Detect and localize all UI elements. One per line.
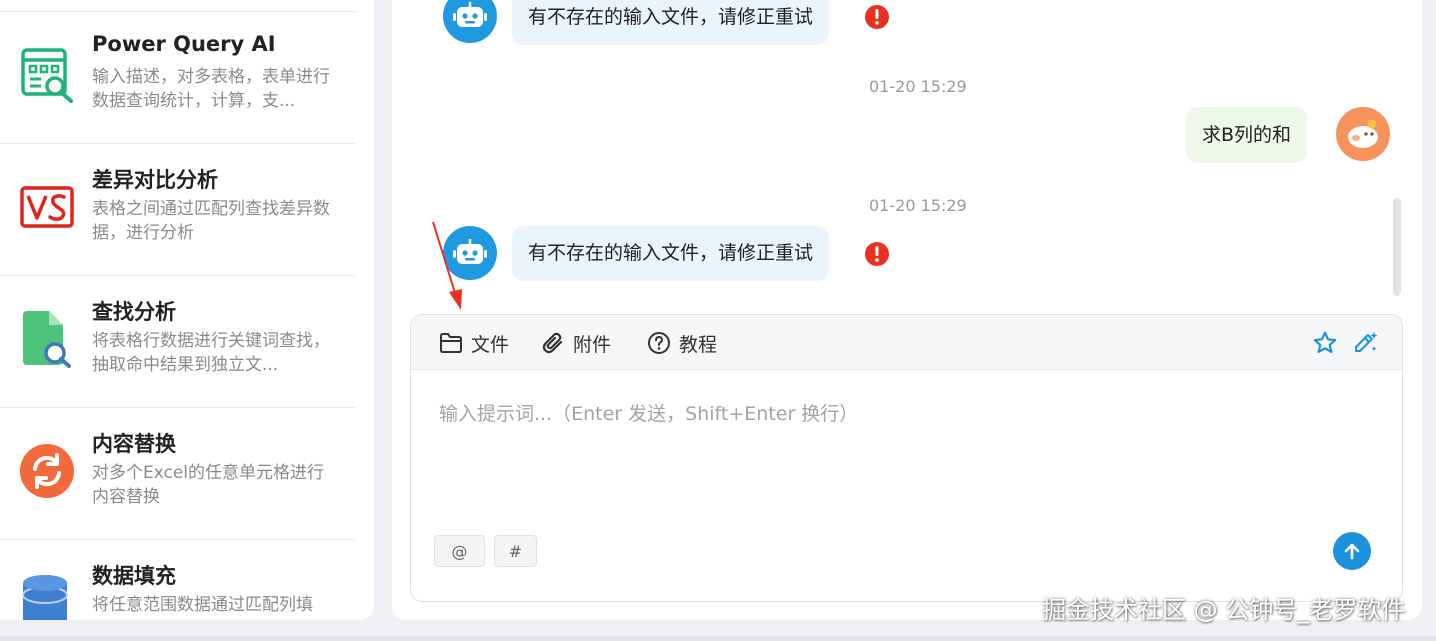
tool-item-diff-compare[interactable]: 差异对比分析 表格之间通过匹配列查找差异数据，进行分析 (0, 144, 356, 276)
watermark-text: 掘金技术社区 @ 公钟号_老罗软件 (1042, 596, 1406, 624)
ai-edit-button[interactable] (1352, 329, 1380, 357)
help-circle-icon (648, 332, 670, 354)
tool-description: 表格之间通过匹配列查找差异数据，进行分析 (92, 199, 330, 243)
tool-item-data-fill[interactable]: 数据填充 将任意范围数据通过匹配列填 (0, 540, 356, 620)
tool-description: 将任意范围数据通过匹配列填 (92, 595, 313, 615)
power-query-icon (18, 44, 76, 106)
tool-title: 内容替换 (92, 432, 176, 456)
arrow-up-icon (1344, 543, 1360, 560)
pig-avatar-icon (1348, 119, 1378, 148)
tool-title: 差异对比分析 (92, 168, 218, 192)
vs-compare-icon (18, 176, 76, 238)
tool-list-panel: Power Query AI 输入描述，对多表格，表单进行数据查询统计，计算，支… (0, 0, 374, 620)
tool-item-find-analysis[interactable]: 查找分析 将表格行数据进行关键词查找，抽取命中结果到独立文... (0, 276, 356, 408)
user-message-bubble: 求B列的和 (1186, 107, 1308, 163)
bottom-bar (0, 636, 1436, 641)
file-button-label: 文件 (471, 333, 510, 356)
database-icon (18, 572, 76, 620)
error-icon[interactable] (865, 242, 889, 266)
annotation-arrow-icon (432, 221, 462, 310)
favorite-button[interactable] (1311, 329, 1339, 357)
message-timestamp: 01-20 15:29 (869, 77, 967, 96)
bot-message-bubble: 有不存在的输入文件，请修正重试 (512, 226, 830, 281)
composer-toolbar: 文件 附件 教程 (411, 315, 1402, 370)
tool-description: 输入描述，对多表格，表单进行数据查询统计，计算，支... (92, 67, 330, 111)
error-icon[interactable] (865, 5, 889, 29)
attachment-button[interactable]: 附件 (541, 329, 611, 357)
tool-title: 查找分析 (92, 300, 176, 324)
attachment-button-label: 附件 (573, 333, 612, 356)
tool-title: Power Query AI (92, 32, 276, 56)
magic-edit-icon (1355, 332, 1378, 352)
send-button[interactable] (1333, 532, 1371, 570)
message-composer: 文件 附件 教程 输入提示词...（Enter 发送，Shift+Enter 换… (410, 314, 1403, 602)
tool-item-power-query[interactable]: Power Query AI 输入描述，对多表格，表单进行数据查询统计，计算，支… (0, 12, 356, 144)
user-avatar (1336, 107, 1390, 161)
star-icon (1313, 331, 1337, 354)
robot-icon (453, 2, 487, 27)
tool-description: 将表格行数据进行关键词查找，抽取命中结果到独立文... (92, 331, 330, 375)
tool-item-content-replace[interactable]: 内容替换 对多个Excel的任意单元格进行内容替换 (0, 408, 356, 540)
bot-message-bubble: 有不存在的输入文件，请修正重试 (512, 0, 830, 45)
tutorial-button-label: 教程 (679, 333, 718, 356)
file-search-icon (18, 308, 76, 370)
paperclip-icon (542, 332, 563, 354)
refresh-icon (18, 440, 76, 502)
message-timestamp: 01-20 15:29 (869, 196, 967, 215)
folder-icon (440, 333, 462, 353)
tool-title: 数据填充 (92, 564, 176, 588)
file-button[interactable]: 文件 (439, 329, 509, 357)
mention-chip-button[interactable]: @ (434, 535, 485, 567)
hashtag-chip-button[interactable]: # (494, 535, 537, 567)
tool-description: 对多个Excel的任意单元格进行内容替换 (92, 463, 325, 507)
prompt-input[interactable] (439, 399, 1369, 519)
tutorial-button[interactable]: 教程 (647, 329, 717, 357)
chat-scrollbar[interactable] (1393, 198, 1401, 296)
